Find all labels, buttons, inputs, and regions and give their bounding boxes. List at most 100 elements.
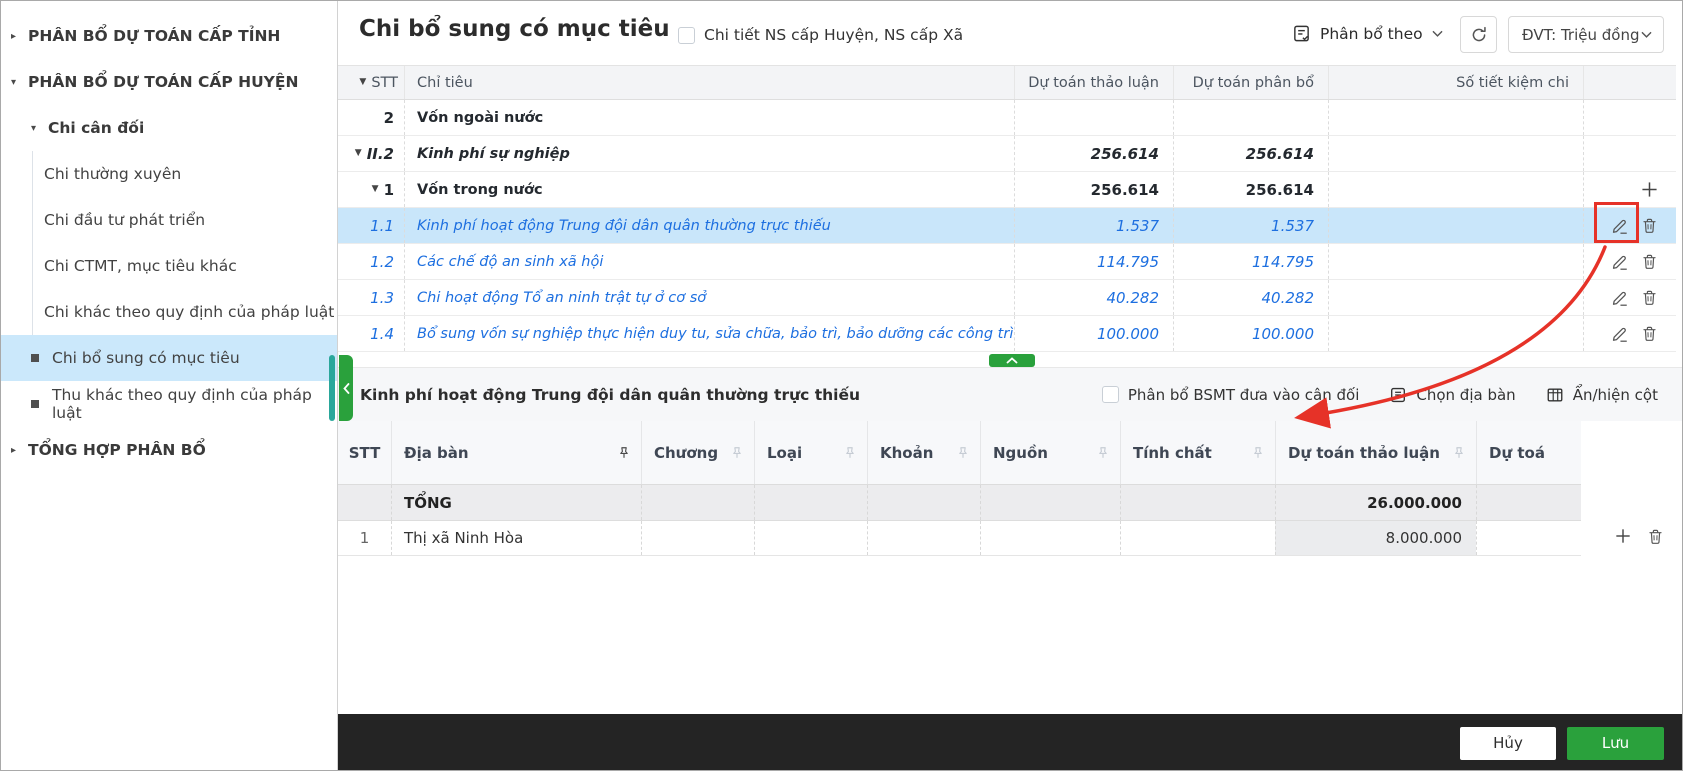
column-header-tinh-chat[interactable]: Tính chất: [1120, 421, 1275, 484]
caret-down-icon[interactable]: ▾: [11, 77, 28, 88]
cell-chapter[interactable]: [641, 521, 754, 555]
sidebar-item-chi-thuong-xuyen[interactable]: Chi thường xuyên: [1, 151, 337, 197]
caret-down-icon[interactable]: ▼: [355, 149, 362, 158]
caret-down-icon[interactable]: ▾: [31, 123, 48, 134]
pencil-icon: [1612, 327, 1627, 342]
table-row-selected[interactable]: 1.1 Kinh phí hoạt động Trung đội dân quâ…: [338, 208, 1676, 244]
sidebar-item-tong-hop-phan-bo[interactable]: ▸ TỔNG HỢP PHÂN BỔ: [1, 427, 337, 473]
edit-row-button[interactable]: [1611, 217, 1629, 235]
cell-truncated[interactable]: [1476, 521, 1581, 555]
choose-area-button[interactable]: Chọn địa bàn: [1389, 386, 1516, 404]
cell-name: Các chế độ an sinh xã hội: [404, 244, 1014, 279]
table-row[interactable]: ▼ II.2 Kinh phí sự nghiệp 256.614 256.614: [338, 136, 1676, 172]
checkbox-icon[interactable]: [1101, 386, 1119, 403]
sidebar-item-phan-bo-du-toan-cap-tinh[interactable]: ▸ PHÂN BỔ DỰ TOÁN CẤP TỈNH: [1, 13, 337, 59]
caret-right-icon[interactable]: ▸: [11, 31, 28, 42]
sidebar-item-chi-can-doi[interactable]: ▾ Chi cân đối: [1, 105, 337, 151]
cell-source[interactable]: [980, 521, 1120, 555]
sidebar-collapse-tab[interactable]: [339, 355, 353, 421]
cell-item[interactable]: [867, 521, 980, 555]
column-header-loai[interactable]: Loại: [754, 421, 867, 484]
table-row[interactable]: 1.3 Chi hoạt động Tổ an ninh trật tự ở c…: [338, 280, 1676, 316]
sidebar-scrollbar-thumb[interactable]: [329, 355, 335, 421]
pin-icon[interactable]: [1096, 446, 1110, 460]
column-header-du-toan-phan-bo[interactable]: Dự toán phân bổ: [1173, 66, 1328, 99]
cell-nature[interactable]: [1120, 521, 1275, 555]
cell-total-label: TỔNG: [391, 485, 641, 520]
column-header-stt[interactable]: STT: [338, 421, 391, 484]
cell-item: [867, 485, 980, 520]
cell-savings: [1328, 172, 1583, 207]
chevron-down-icon: [1641, 31, 1652, 38]
table-row[interactable]: 1.2 Các chế độ an sinh xã hội 114.795 11…: [338, 244, 1676, 280]
sidebar-item-chi-dau-tu-phat-trien[interactable]: Chi đầu tư phát triển: [1, 197, 337, 243]
caret-right-icon[interactable]: ▸: [11, 445, 28, 456]
cell-savings: [1328, 316, 1583, 351]
bullet-icon: [31, 354, 39, 362]
cell-allocated: 256.614: [1173, 172, 1328, 207]
add-row-button[interactable]: [1615, 528, 1631, 544]
table-row[interactable]: ▼ 1 Vốn trong nước 256.614 256.614: [338, 172, 1676, 208]
sidebar-item-chi-bo-sung-co-muc-tieu[interactable]: Chi bổ sung có mục tiêu: [1, 335, 337, 381]
chevron-up-icon: [1006, 357, 1018, 364]
sidebar-item-chi-ctmt[interactable]: Chi CTMT, mục tiêu khác: [1, 243, 337, 289]
sidebar-item-chi-khac-theo-quy-dinh[interactable]: Chi khác theo quy định của pháp luật: [1, 289, 337, 335]
column-header-dia-ban[interactable]: Địa bàn: [391, 421, 641, 484]
detail-table-row[interactable]: 1 Thị xã Ninh Hòa 8.000.000: [338, 521, 1581, 556]
cancel-button[interactable]: Hủy: [1460, 726, 1556, 760]
cell-area[interactable]: Thị xã Ninh Hòa: [391, 521, 641, 555]
caret-down-icon[interactable]: ▼: [372, 185, 379, 194]
column-header-stt[interactable]: ▼ STT: [338, 66, 404, 99]
table-row[interactable]: 1.4 Bổ sung vốn sự nghiệp thực hiện duy …: [338, 316, 1676, 352]
pin-icon[interactable]: [730, 446, 744, 460]
unit-dropdown[interactable]: ĐVT: Triệu đồng: [1508, 16, 1664, 53]
sidebar-tree: ▸ PHÂN BỔ DỰ TOÁN CẤP TỈNH ▾ PHÂN BỔ DỰ …: [1, 1, 337, 473]
trash-icon: [1643, 218, 1656, 233]
table-row[interactable]: 2 Vốn ngoài nước: [338, 100, 1676, 136]
cell-discussion: [1014, 100, 1173, 135]
panel-collapse-pill[interactable]: [989, 354, 1035, 367]
pin-icon[interactable]: [956, 446, 970, 460]
detail-ns-checkbox[interactable]: Chi tiết NS cấp Huyện, NS cấp Xã: [678, 26, 963, 44]
trash-icon: [1649, 529, 1662, 544]
cell-discussion: 256.614: [1014, 172, 1173, 207]
edit-row-button[interactable]: [1611, 253, 1629, 271]
pin-icon[interactable]: [843, 446, 857, 460]
allocate-by-dropdown[interactable]: Phân bổ theo: [1292, 24, 1443, 43]
detail-panel-controls: Phân bổ BSMT đưa vào cân đối Chọn địa bà…: [1101, 385, 1658, 404]
sidebar-item-thu-khac-theo-quy-dinh[interactable]: Thu khác theo quy định của pháp luật: [1, 381, 337, 427]
pin-icon[interactable]: [1452, 446, 1466, 460]
save-button[interactable]: Lưu: [1567, 726, 1664, 760]
checkbox-label: Phân bổ BSMT đưa vào cân đối: [1127, 385, 1360, 404]
column-header-chuong[interactable]: Chương: [641, 421, 754, 484]
column-header-du-toan-thao-luan[interactable]: Dự toán thảo luận: [1275, 421, 1476, 484]
pin-icon[interactable]: [617, 446, 631, 460]
cell-discussion[interactable]: 8.000.000: [1275, 521, 1476, 555]
column-header-du-toa-truncated[interactable]: Dự toá: [1476, 421, 1581, 484]
delete-row-button[interactable]: [1641, 325, 1658, 342]
add-row-button[interactable]: [1641, 181, 1658, 198]
delete-row-button[interactable]: [1641, 289, 1658, 306]
toggle-columns-button[interactable]: Ẩn/hiện cột: [1546, 386, 1658, 404]
edit-row-button[interactable]: [1611, 289, 1629, 307]
delete-row-button[interactable]: [1641, 217, 1658, 234]
sidebar-item-label: PHÂN BỔ DỰ TOÁN CẤP TỈNH: [28, 27, 281, 45]
delete-row-button[interactable]: [1641, 253, 1658, 270]
detail-panel-header: Kinh phí hoạt động Trung đội dân quân th…: [338, 367, 1682, 421]
refresh-button[interactable]: [1460, 16, 1497, 53]
caret-down-icon[interactable]: ▼: [359, 78, 366, 87]
checkbox-icon[interactable]: [678, 26, 695, 44]
column-header-chi-tieu[interactable]: Chỉ tiêu: [404, 66, 1014, 99]
edit-row-button[interactable]: [1611, 325, 1629, 343]
plus-icon: [1642, 182, 1657, 197]
column-header-khoan[interactable]: Khoản: [867, 421, 980, 484]
sidebar-item-phan-bo-du-toan-cap-huyen[interactable]: ▾ PHÂN BỔ DỰ TOÁN CẤP HUYỆN: [1, 59, 337, 105]
column-header-nguon[interactable]: Nguồn: [980, 421, 1120, 484]
column-header-so-tiet-kiem-chi[interactable]: Số tiết kiệm chi: [1328, 66, 1583, 99]
pin-icon[interactable]: [1251, 446, 1265, 460]
cell-type[interactable]: [754, 521, 867, 555]
allocation-table: ▼ STT Chỉ tiêu Dự toán thảo luận Dự toán …: [338, 65, 1676, 352]
column-header-du-toan-thao-luan[interactable]: Dự toán thảo luận: [1014, 66, 1173, 99]
delete-row-button[interactable]: [1647, 528, 1664, 545]
bsmt-balance-checkbox[interactable]: Phân bổ BSMT đưa vào cân đối: [1101, 385, 1360, 404]
